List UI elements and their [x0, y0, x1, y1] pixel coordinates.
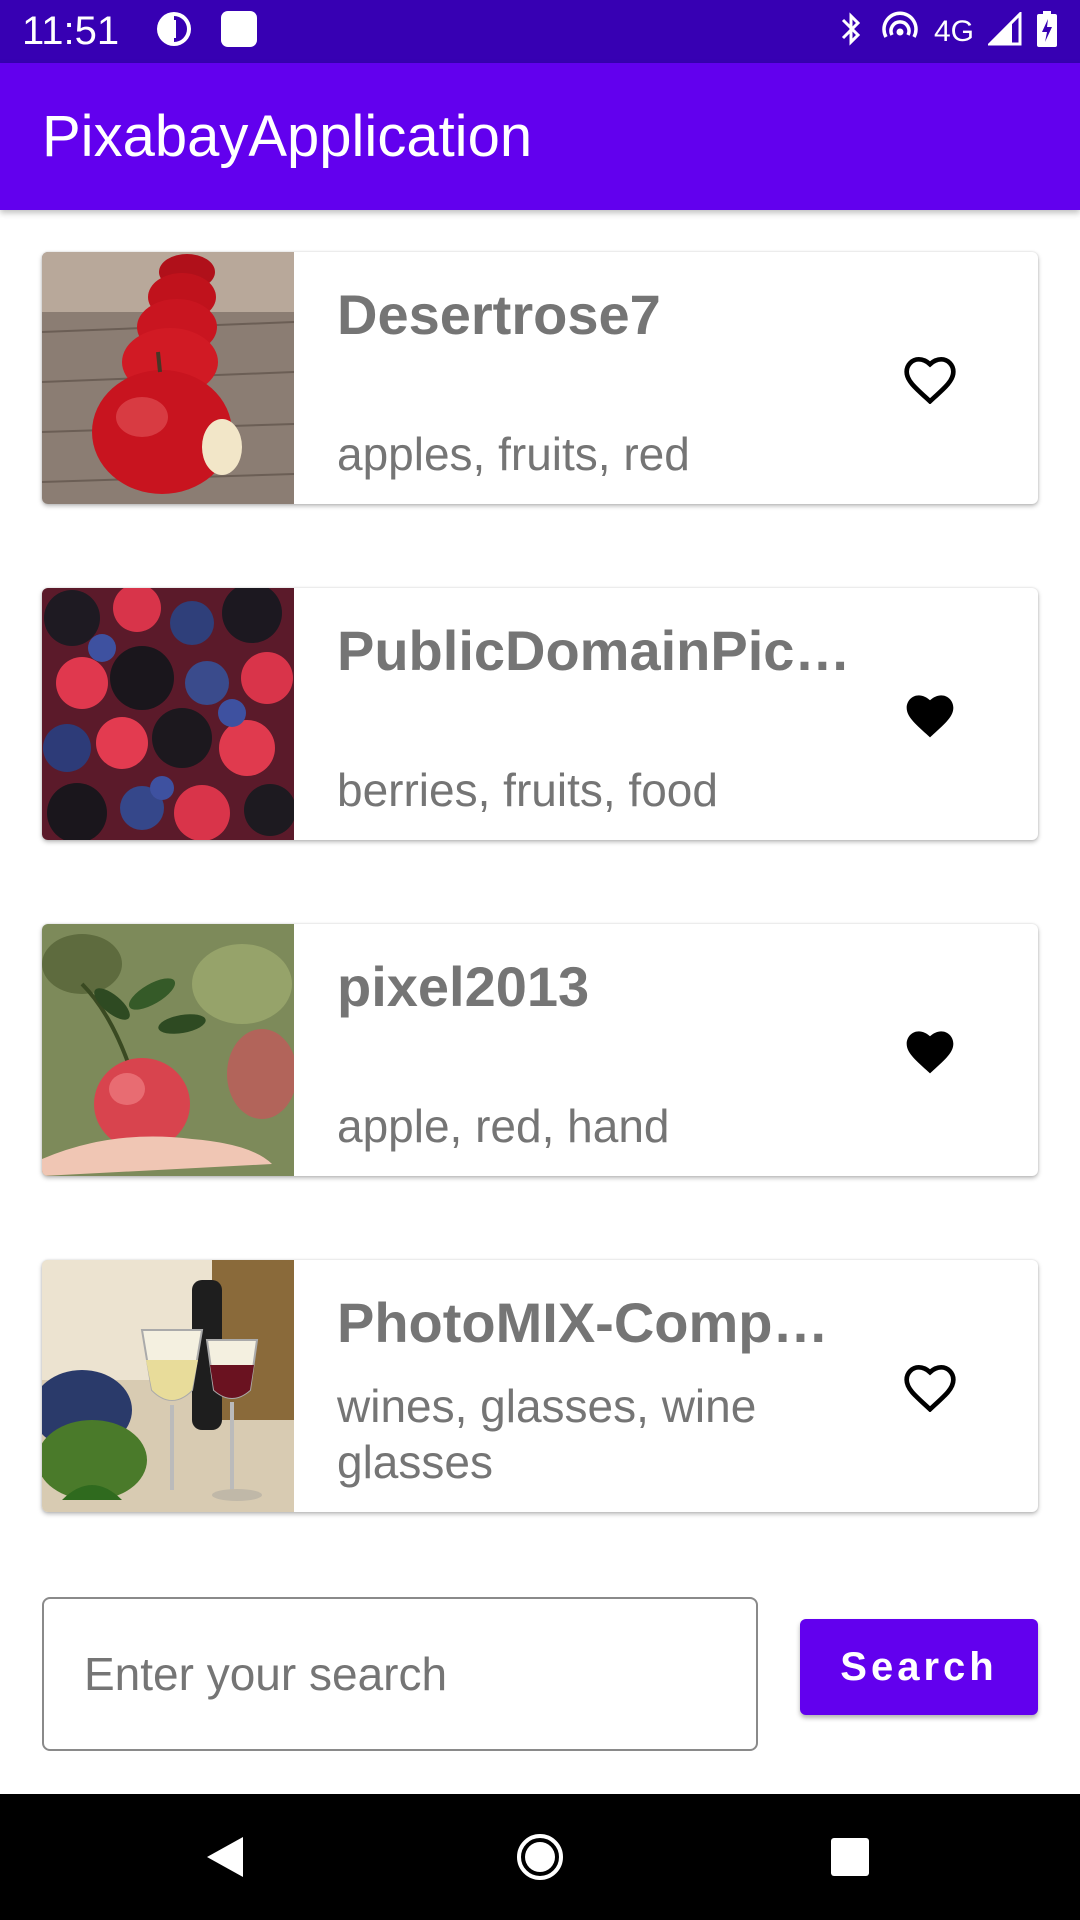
card-user: pixel2013 [337, 955, 590, 1018]
recents-icon[interactable] [790, 1794, 910, 1920]
card-user: PhotoMIX-Comp… [337, 1291, 829, 1354]
status-time: 11:51 [22, 9, 120, 53]
back-icon[interactable] [165, 1794, 285, 1920]
signal-icon [986, 10, 1022, 51]
status-bar: 11:51 4G [0, 0, 1080, 63]
card-user: PublicDomainPic… [337, 619, 851, 682]
thumbnail-apples [42, 252, 294, 504]
app-title: PixabayApplication [42, 104, 533, 169]
heart-filled-icon[interactable] [900, 684, 960, 744]
image-card[interactable]: PhotoMIX-Comp… wines, glasses, wine glas… [42, 1260, 1038, 1512]
thumbnail-apple-hand [42, 924, 294, 1176]
image-card[interactable]: Desertrose7 apples, fruits, red [42, 252, 1038, 504]
image-card[interactable]: pixel2013 apple, red, hand [42, 924, 1038, 1176]
image-card[interactable]: PublicDomainPic… berries, fruits, food [42, 588, 1038, 840]
card-user: Desertrose7 [337, 283, 661, 346]
home-icon[interactable] [480, 1794, 600, 1920]
notification-square-icon [219, 9, 259, 54]
thumbnail-wines [42, 1260, 294, 1512]
card-tags: wines, glasses, wine glasses [337, 1380, 757, 1488]
thumbnail-berries [42, 588, 294, 840]
card-tags: apple, red, hand [337, 1100, 670, 1152]
search-button[interactable]: Search [800, 1619, 1038, 1715]
search-field[interactable] [42, 1597, 758, 1751]
card-tags: apples, fruits, red [337, 428, 690, 480]
battery-icon [1036, 10, 1058, 53]
search-input[interactable] [84, 1647, 756, 1701]
card-tags: berries, fruits, food [337, 764, 718, 816]
heart-filled-icon[interactable] [900, 1020, 960, 1080]
hotspot-icon [880, 11, 920, 52]
navigation-bar [0, 1794, 1080, 1920]
network-type: 4G [933, 14, 974, 48]
app-notification-icon [155, 10, 193, 53]
heart-outline-icon[interactable] [900, 348, 960, 408]
heart-outline-icon[interactable] [900, 1356, 960, 1416]
bluetooth-icon [836, 11, 866, 52]
app-bar: PixabayApplication [0, 63, 1080, 210]
